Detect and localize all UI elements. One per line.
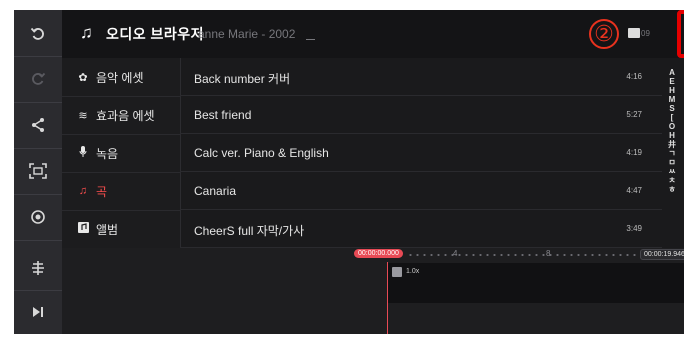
- skip-to-end-icon[interactable]: [14, 290, 62, 334]
- share-icon[interactable]: [14, 103, 62, 147]
- redo-icon[interactable]: [14, 57, 62, 101]
- ruler-tick: 4: [453, 249, 458, 258]
- category-label: 음악 에셋: [96, 70, 144, 85]
- song-title: Calc ver. Piano & English: [194, 146, 329, 160]
- category-label: 곡: [96, 184, 108, 199]
- alphabet-index[interactable]: A E H M S [ O H 井 ㄱ ㅁ ㅆ ㅊ ㅎ: [664, 68, 680, 240]
- category-song[interactable]: ♫ 곡: [62, 172, 180, 210]
- background-song-text: anne Marie - 2002: [198, 27, 296, 41]
- ruler-tick: 8: [546, 249, 551, 258]
- category-list: ✿ 음악 에셋 ≋ 효과음 에셋 녹음 ♫ 곡 앨범: [62, 58, 181, 248]
- index-letter[interactable]: 井: [664, 140, 680, 149]
- index-letter[interactable]: ㅆ: [664, 167, 680, 176]
- ruler-dots: [407, 254, 637, 256]
- song-row[interactable]: CheerS full 자막/가사 3:49: [180, 210, 662, 248]
- playhead-time: 00:00:00.000: [354, 249, 403, 258]
- song-title: Best friend: [194, 108, 252, 122]
- clip-icon: [392, 267, 402, 277]
- category-sound-effect[interactable]: ≋ 효과음 에셋: [62, 96, 180, 134]
- folder-label: 09: [641, 29, 650, 38]
- category-recording[interactable]: 녹음: [62, 134, 180, 172]
- index-letter[interactable]: M: [664, 95, 680, 104]
- song-title: Canaria: [194, 184, 237, 198]
- song-title: Back number 커버: [194, 72, 291, 86]
- category-label: 앨범: [96, 222, 119, 237]
- song-note-icon: ♫: [78, 185, 88, 197]
- song-row[interactable]: Canaria 4:47: [180, 172, 662, 210]
- text-cursor: [306, 39, 315, 40]
- sound-effect-icon: ≋: [78, 109, 88, 122]
- category-label: 녹음: [96, 146, 119, 161]
- clip-track[interactable]: 1.0x: [388, 263, 684, 303]
- top-bar: ♫ 오디오 브라우저 anne Marie - 2002 ② 09: [62, 10, 684, 58]
- time-ruler[interactable]: 4 8 00:00:00.000 00:00:19.946: [62, 248, 684, 262]
- timeline[interactable]: 4 8 00:00:00.000 00:00:19.946 1.0x: [62, 248, 684, 334]
- tool-rail: [14, 10, 62, 334]
- playhead-line[interactable]: [387, 262, 388, 334]
- song-row[interactable]: Back number 커버 4:16: [180, 58, 662, 96]
- index-letter[interactable]: ㄱ: [664, 149, 680, 158]
- page-title: 오디오 브라우저: [106, 26, 205, 42]
- song-title: CheerS full 자막/가사: [194, 224, 305, 238]
- index-letter[interactable]: H: [664, 86, 680, 95]
- index-letter[interactable]: H: [664, 131, 680, 140]
- category-music-asset[interactable]: ✿ 음악 에셋: [62, 58, 180, 96]
- song-list: Back number 커버 4:16 Best friend 5:27 Cal…: [180, 58, 662, 248]
- index-letter[interactable]: E: [664, 77, 680, 86]
- split-icon[interactable]: [14, 246, 62, 290]
- index-letter[interactable]: ㅊ: [664, 176, 680, 185]
- app-window: ♫ 오디오 브라우저 anne Marie - 2002 ② 09 ✿ 음악 에…: [14, 10, 684, 334]
- rail-divider: [14, 240, 62, 241]
- index-letter[interactable]: ㅎ: [664, 185, 680, 194]
- folder-icon: [628, 28, 640, 38]
- song-duration: 5:27: [626, 110, 642, 119]
- song-duration: 4:47: [626, 186, 642, 195]
- confirm-highlight-box: [677, 10, 684, 58]
- index-letter[interactable]: S: [664, 104, 680, 113]
- clip-speed: 1.0x: [406, 268, 420, 275]
- index-letter[interactable]: [: [664, 113, 680, 122]
- song-duration: 4:19: [626, 148, 642, 157]
- record-icon[interactable]: [14, 195, 62, 239]
- index-letter[interactable]: ㅁ: [664, 158, 680, 167]
- category-album[interactable]: 앨범: [62, 210, 180, 248]
- microphone-icon: [76, 145, 90, 161]
- category-label: 효과음 에셋: [96, 108, 155, 123]
- music-note-icon: ♫: [80, 23, 93, 42]
- end-time: 00:00:19.946: [640, 249, 684, 260]
- song-row[interactable]: Best friend 5:27: [180, 96, 662, 134]
- song-duration: 4:16: [626, 72, 642, 81]
- song-duration: 3:49: [626, 224, 642, 233]
- undo-icon[interactable]: [14, 12, 62, 56]
- album-icon: [76, 222, 90, 236]
- song-row[interactable]: Calc ver. Piano & English 4:19: [180, 134, 662, 172]
- music-asset-icon: ✿: [78, 71, 88, 84]
- step-marker: ②: [589, 19, 619, 49]
- index-letter[interactable]: A: [664, 68, 680, 77]
- capture-icon[interactable]: [14, 149, 62, 193]
- index-letter[interactable]: O: [664, 122, 680, 131]
